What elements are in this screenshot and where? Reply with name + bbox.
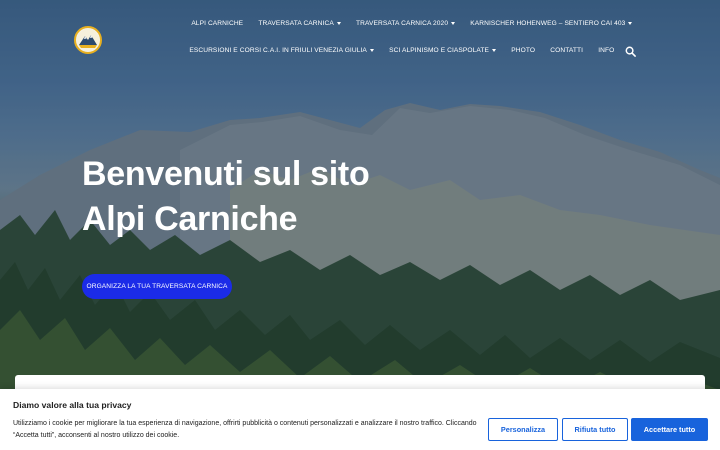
nav-item-traversata-carnica-2020[interactable]: TRAVERSATA CARNICA 2020 [348,20,462,27]
nav-item-traversata-carnica[interactable]: TRAVERSATA CARNICA [251,20,349,27]
nav-item-contatti[interactable]: CONTATTI [543,47,591,54]
site-logo[interactable] [74,26,102,54]
nav-item-label: TRAVERSATA CARNICA 2020 [356,20,449,27]
caret-down-icon [336,22,341,25]
hero-title: Benvenuti sul sito Alpi Carniche [82,152,482,242]
organize-traversata-button[interactable]: ORGANIZZA LA TUA TRAVERSATA CARNICA [82,274,232,299]
caret-down-icon [492,49,497,52]
nav-item-label: ESCURSIONI E CORSI C.A.I. IN FRIULI VENE… [189,47,367,54]
reject-all-button[interactable]: Rifiuta tutto [562,418,628,441]
nav-row-primary: ALPI CARNICHE TRAVERSATA CARNICA TRAVERS… [184,20,640,27]
nav-item-info[interactable]: INFO [591,47,622,54]
nav-item-label: SCI ALPINISMO E CIASPOLATE [389,47,490,54]
cookie-banner-text: Utilizziamo i cookie per migliorare la t… [13,420,477,439]
caret-down-icon [369,49,374,52]
customize-button[interactable]: Personalizza [488,418,558,441]
nav-item-escursioni-corsi[interactable]: ESCURSIONI E CORSI C.A.I. IN FRIULI VENE… [182,47,382,54]
nav-item-photo[interactable]: PHOTO [504,47,543,54]
search-icon[interactable] [625,46,636,57]
mountain-logo-icon [77,29,99,51]
nav-item-label: ALPI CARNICHE [191,20,244,27]
caret-down-icon [451,22,456,25]
nav-item-label: TRAVERSATA CARNICA [258,20,334,27]
nav-row-secondary: ESCURSIONI E CORSI C.A.I. IN FRIULI VENE… [182,47,622,54]
nav-item-label: INFO [598,47,615,54]
nav-item-label: PHOTO [511,47,536,54]
cookie-banner-title: Diamo valore alla tua privacy [13,400,132,410]
cookie-consent-banner: Diamo valore alla tua privacy Utilizziam… [0,389,720,450]
hero-title-line2: Alpi Carniche [82,200,298,238]
accept-all-button[interactable]: Accettare tutto [631,418,708,441]
nav-item-label: KARNISCHER HOHENWEG – SENTIERO CAI 403 [470,20,626,27]
hero-title-line1: Benvenuti sul sito [82,155,370,193]
nav-item-alpi-carniche[interactable]: ALPI CARNICHE [184,20,251,27]
nav-item-karnischer-hohenweg[interactable]: KARNISCHER HOHENWEG – SENTIERO CAI 403 [463,20,640,27]
caret-down-icon [628,22,633,25]
nav-item-label: CONTATTI [550,47,584,54]
nav-item-sci-alpinismo[interactable]: SCI ALPINISMO E CIASPOLATE [382,47,504,54]
